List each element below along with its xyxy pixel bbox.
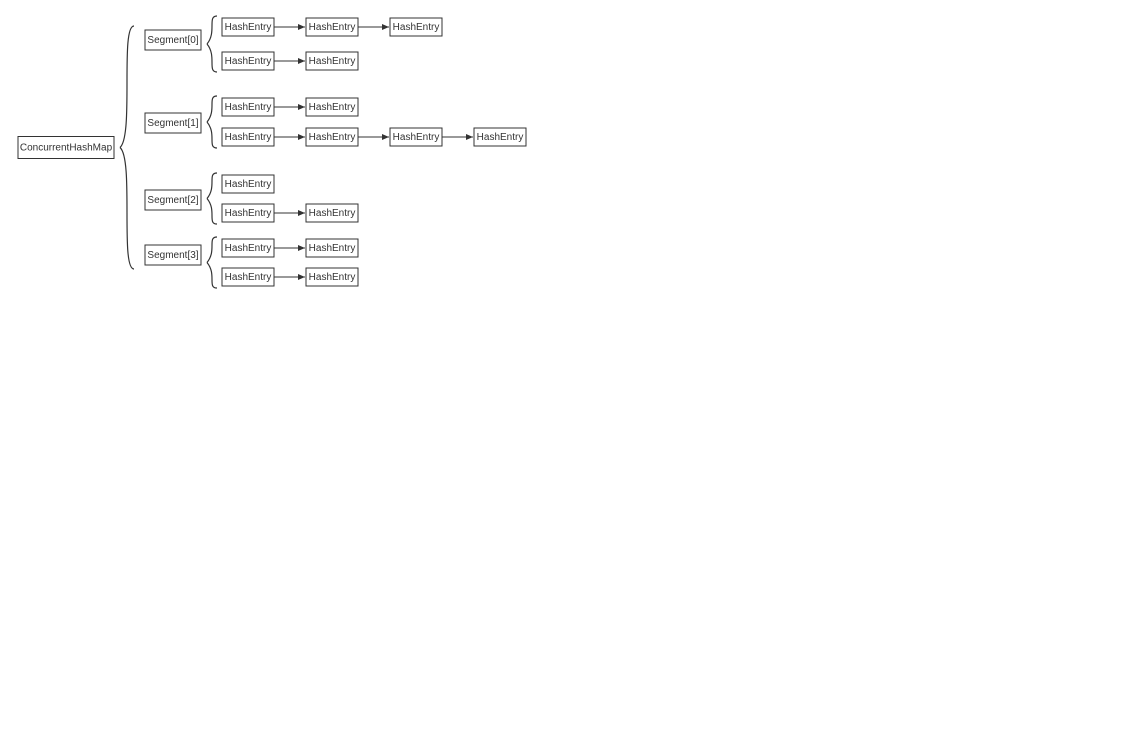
- segment-box-2-label: Segment[2]: [147, 195, 198, 206]
- hashentry-box-0-0-2-label: HashEntry: [393, 22, 440, 33]
- segment-brace-0: [207, 16, 217, 44]
- segment-brace-3: [207, 237, 217, 263]
- root-brace: [120, 148, 134, 270]
- hashentry-box-2-1-0-label: HashEntry: [225, 208, 272, 219]
- hashentry-box-0-0-0-label: HashEntry: [225, 22, 272, 33]
- hashentry-box-3-1-0-label: HashEntry: [225, 272, 272, 283]
- hashentry-box-0-0-1-label: HashEntry: [309, 22, 356, 33]
- segment-brace-2: [207, 199, 217, 225]
- segment-box-1-label: Segment[1]: [147, 118, 198, 129]
- hashentry-box-3-0-1-label: HashEntry: [309, 243, 356, 254]
- segment-brace-1: [207, 96, 217, 122]
- hashentry-box-0-1-0-label: HashEntry: [225, 56, 272, 67]
- hashentry-box-0-1-1-label: HashEntry: [309, 56, 356, 67]
- hashentry-box-3-0-0-label: HashEntry: [225, 243, 272, 254]
- segment-box-3-label: Segment[3]: [147, 250, 198, 261]
- hashentry-box-2-1-1-label: HashEntry: [309, 208, 356, 219]
- hashentry-box-1-1-3-label: HashEntry: [477, 132, 524, 143]
- segment-box-0-label: Segment[0]: [147, 35, 198, 46]
- hashentry-box-1-1-2-label: HashEntry: [393, 132, 440, 143]
- segment-brace-0: [207, 44, 217, 72]
- root-box-label: ConcurrentHashMap: [20, 143, 113, 154]
- segment-brace-1: [207, 122, 217, 148]
- hashentry-box-1-0-0-label: HashEntry: [225, 102, 272, 113]
- root-brace: [120, 26, 134, 148]
- hashentry-box-1-1-1-label: HashEntry: [309, 132, 356, 143]
- segment-brace-2: [207, 173, 217, 199]
- hashentry-box-3-1-1-label: HashEntry: [309, 272, 356, 283]
- segment-brace-3: [207, 263, 217, 289]
- hashentry-box-2-0-0-label: HashEntry: [225, 179, 272, 190]
- hashentry-box-1-1-0-label: HashEntry: [225, 132, 272, 143]
- hashentry-box-1-0-1-label: HashEntry: [309, 102, 356, 113]
